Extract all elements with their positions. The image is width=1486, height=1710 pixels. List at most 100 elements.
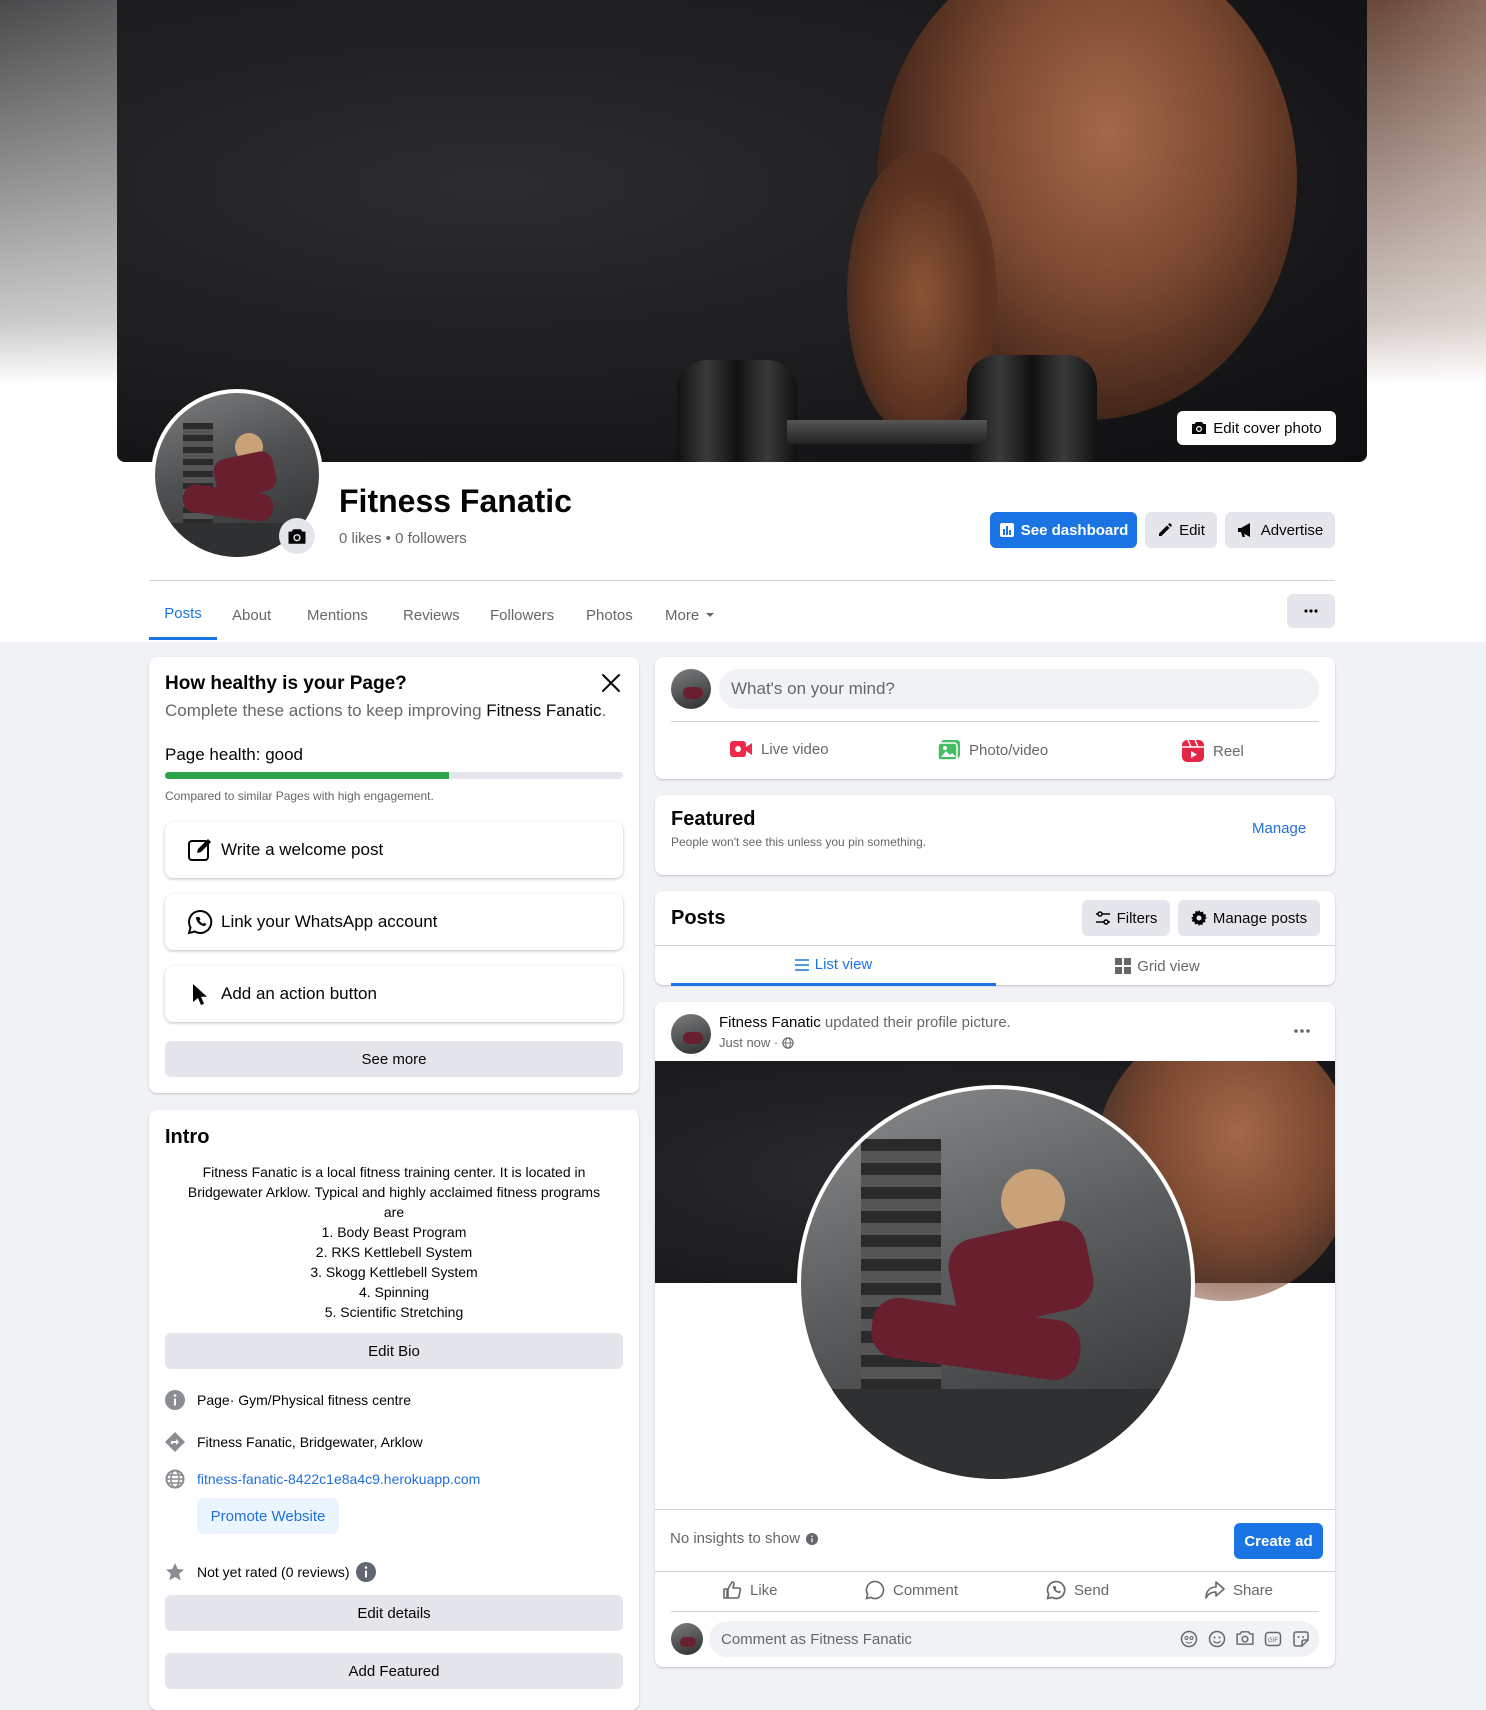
create-ad-label: Create ad xyxy=(1244,1532,1313,1550)
grid-view-tab[interactable]: Grid view xyxy=(996,946,1319,986)
write-welcome-post-action[interactable]: Write a welcome post xyxy=(165,822,623,878)
avatar-sticker-icon[interactable] xyxy=(1180,1630,1198,1648)
post-header-text: Fitness Fanatic updated their profile pi… xyxy=(719,1014,1011,1031)
live-video-label: Live video xyxy=(761,740,829,758)
tab-reviews-label: Reviews xyxy=(403,606,460,624)
post-insights: No insights to show xyxy=(670,1530,819,1547)
edit-bio-button[interactable]: Edit Bio xyxy=(165,1333,623,1369)
comment-button[interactable]: Comment xyxy=(865,1580,958,1600)
see-dashboard-button[interactable]: See dashboard xyxy=(990,512,1137,548)
send-button[interactable]: Send xyxy=(1046,1580,1109,1600)
edit-details-label: Edit details xyxy=(357,1604,431,1622)
intro-category-prefix: Page xyxy=(197,1392,230,1408)
composer-avatar[interactable] xyxy=(671,669,711,709)
post-timestamp[interactable]: Just now · xyxy=(719,1035,778,1050)
edit-page-button[interactable]: Edit xyxy=(1145,512,1217,548)
sticker-icon[interactable] xyxy=(1292,1630,1310,1648)
post-profile-image xyxy=(801,1089,1191,1479)
gear-icon xyxy=(1190,910,1207,926)
intro-website-row: fitness-fanatic-8422c1e8a4c9.herokuapp.c… xyxy=(165,1469,480,1489)
cover-dumbbell-right xyxy=(967,355,1097,462)
caret-down-icon xyxy=(705,612,715,618)
pencil-icon xyxy=(1157,522,1173,538)
tab-more[interactable]: More xyxy=(665,590,715,640)
filters-button[interactable]: Filters xyxy=(1082,900,1170,936)
link-whatsapp-action[interactable]: Link your WhatsApp account xyxy=(165,894,623,950)
list-view-tab[interactable]: List view xyxy=(671,946,996,986)
filters-label: Filters xyxy=(1116,909,1158,927)
tab-mentions[interactable]: Mentions xyxy=(307,590,368,640)
tab-about[interactable]: About xyxy=(232,590,271,640)
advertise-button[interactable]: Advertise xyxy=(1225,512,1335,548)
composer-input[interactable]: What's on your mind? xyxy=(719,669,1319,709)
cover-dumbbell-left xyxy=(677,360,797,462)
see-more-label: See more xyxy=(361,1050,427,1068)
camera-icon[interactable] xyxy=(1236,1630,1254,1648)
edit-cover-photo-button[interactable]: Edit cover photo xyxy=(1177,411,1336,445)
page-name: Fitness Fanatic xyxy=(339,483,572,519)
post-meta: Just now · xyxy=(719,1035,794,1050)
link-whatsapp-label: Link your WhatsApp account xyxy=(221,912,438,931)
photo-video-button[interactable]: Photo/video xyxy=(937,739,1048,761)
more-options-button[interactable] xyxy=(1287,594,1335,628)
intro-bio-line: 4. Spinning xyxy=(358,1284,430,1300)
add-featured-button[interactable]: Add Featured xyxy=(165,1653,623,1689)
whatsapp-icon xyxy=(187,909,213,935)
header-divider xyxy=(149,580,1335,581)
featured-subtitle: People won't see this unless you pin som… xyxy=(671,835,927,849)
tab-posts[interactable]: Posts xyxy=(149,590,217,640)
tab-photos[interactable]: Photos xyxy=(586,590,633,640)
globe-icon xyxy=(165,1469,185,1489)
featured-manage-link[interactable]: Manage xyxy=(1252,820,1306,837)
promote-website-button[interactable]: Promote Website xyxy=(197,1498,339,1534)
tab-mentions-label: Mentions xyxy=(307,606,368,624)
add-action-button-action[interactable]: Add an action button xyxy=(165,966,623,1022)
tab-followers[interactable]: Followers xyxy=(490,590,554,640)
page-health-compare: Compared to similar Pages with high enga… xyxy=(165,789,434,803)
post-image[interactable] xyxy=(655,1061,1335,1509)
write-welcome-post-label: Write a welcome post xyxy=(221,840,384,859)
post-insights-label: No insights to show xyxy=(670,1530,801,1547)
intro-website-link[interactable]: fitness-fanatic-8422c1e8a4c9.herokuapp.c… xyxy=(197,1471,480,1487)
update-profile-picture-button[interactable] xyxy=(279,518,315,554)
close-health-card-button[interactable] xyxy=(600,672,624,696)
like-button[interactable]: Like xyxy=(722,1580,778,1600)
directions-icon xyxy=(165,1432,185,1452)
grid-view-label: Grid view xyxy=(1137,957,1200,975)
tab-reviews[interactable]: Reviews xyxy=(403,590,460,640)
live-video-icon xyxy=(729,739,753,759)
cover-photo[interactable]: Edit cover photo xyxy=(117,0,1367,462)
tab-posts-label: Posts xyxy=(164,605,202,622)
share-button[interactable]: Share xyxy=(1205,1580,1273,1600)
cover-dumbbell-bar xyxy=(787,420,987,444)
create-ad-button[interactable]: Create ad xyxy=(1234,1523,1323,1559)
manage-posts-button[interactable]: Manage posts xyxy=(1178,900,1320,936)
svg-text:GIF: GIF xyxy=(1268,1638,1278,1644)
see-more-button[interactable]: See more xyxy=(165,1041,623,1077)
intro-bio-line: 2. RKS Kettlebell System xyxy=(315,1244,473,1260)
intro-bio-line: 3. Skogg Kettlebell System xyxy=(310,1264,478,1280)
edit-details-button[interactable]: Edit details xyxy=(165,1595,623,1631)
page-stats[interactable]: 0 likes • 0 followers xyxy=(339,530,467,547)
reel-button[interactable]: Reel xyxy=(1181,739,1244,763)
post-options-button[interactable] xyxy=(1286,1019,1318,1043)
composer-divider xyxy=(671,721,1319,722)
info-icon[interactable] xyxy=(806,1532,819,1545)
grid-icon xyxy=(1115,958,1132,974)
page-health-bar xyxy=(165,772,623,779)
comment-avatar[interactable] xyxy=(671,1623,703,1655)
intro-rating-row: Not yet rated (0 reviews) xyxy=(165,1562,376,1582)
post-author-avatar[interactable] xyxy=(671,1014,711,1054)
photo-video-label: Photo/video xyxy=(969,741,1049,759)
rating-info-icon[interactable] xyxy=(355,1562,376,1582)
emoji-icon[interactable] xyxy=(1208,1630,1226,1648)
list-view-label: List view xyxy=(814,956,873,973)
intro-bio-line: 5. Scientific Stretching xyxy=(324,1304,464,1320)
page-health-bar-fill xyxy=(165,772,449,779)
intro-bio-line: are xyxy=(383,1204,405,1220)
gif-icon[interactable]: GIF xyxy=(1264,1630,1282,1648)
live-video-button[interactable]: Live video xyxy=(729,739,829,759)
tab-more-label: More xyxy=(665,606,700,624)
post-author-name[interactable]: Fitness Fanatic xyxy=(719,1014,821,1031)
avatar-figure-shape xyxy=(680,1637,696,1647)
